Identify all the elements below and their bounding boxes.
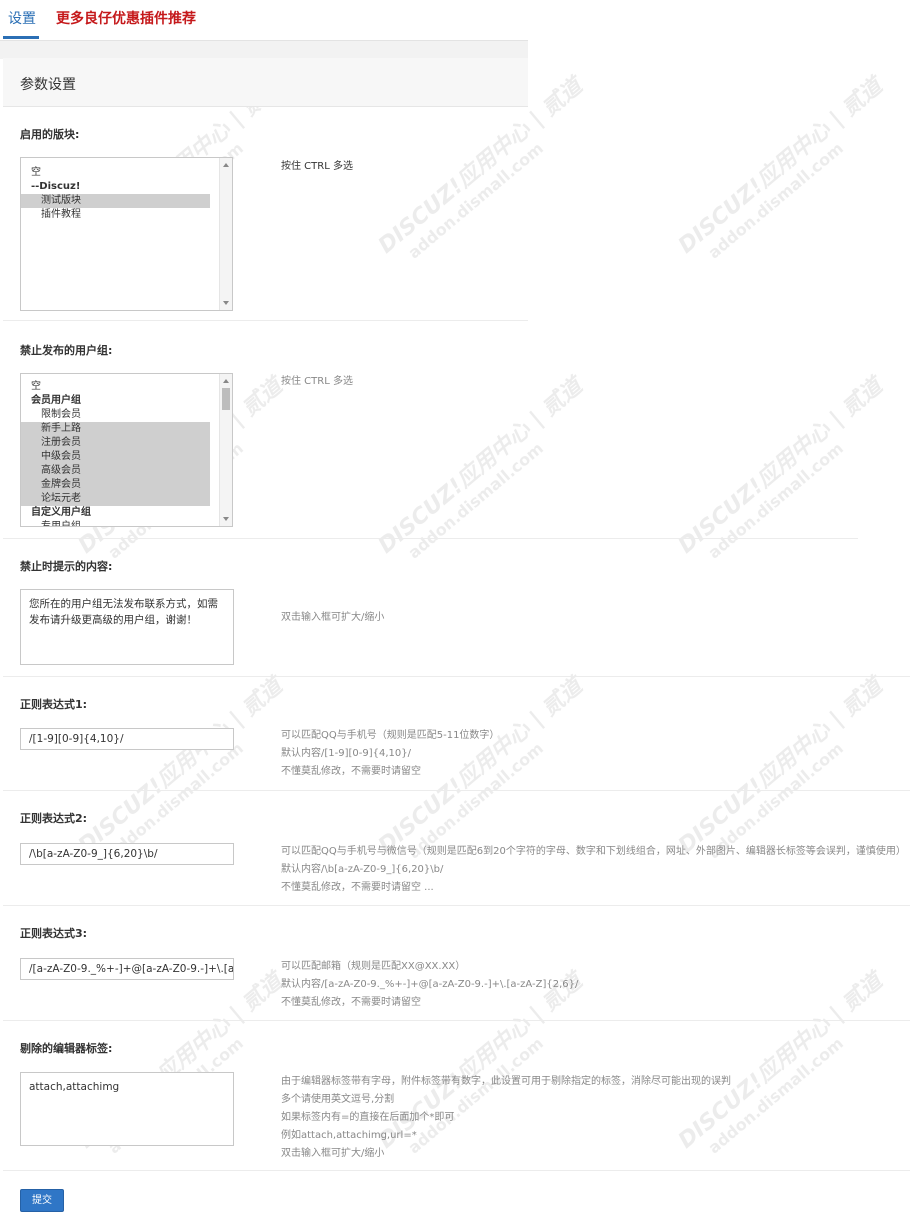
scrollbar[interactable]: [219, 158, 232, 310]
select-option[interactable]: 空: [21, 380, 232, 394]
regex2-label: 正则表达式2:: [20, 812, 88, 825]
regex2-hint-1: 可以匹配QQ与手机号与微信号（规则是匹配6到20个字符的字母、数字和下划线组合，…: [281, 846, 906, 857]
select-option[interactable]: 会员用户组: [21, 394, 232, 408]
scroll-up-icon[interactable]: [223, 163, 229, 167]
regex3-label: 正则表达式3:: [20, 927, 88, 940]
divider: [3, 1020, 910, 1021]
tags-hint-2: 多个请使用英文逗号,分割: [281, 1094, 395, 1105]
submit-button[interactable]: 提交: [20, 1189, 64, 1212]
watermark: DISCUZ!应用中心 | 贰道addon.dismall.com: [673, 73, 888, 263]
regex3-hint-1: 可以匹配邮箱（规则是匹配XX@XX.XX）: [281, 961, 466, 972]
groups-select[interactable]: 空会员用户组 限制会员 新手上路 注册会员 中级会员 高级会员 金牌会员 论坛元老 自定义用户组…: [20, 373, 233, 527]
select-option[interactable]: 限制会员: [21, 408, 232, 422]
regex3-hint-2: 默认内容/[a-zA-Z0-9._%+-]+@[a-zA-Z0-9.-]+\.[…: [281, 979, 579, 990]
regex1-hint-1: 可以匹配QQ与手机号（规则是匹配5-11位数字）: [281, 730, 500, 741]
scroll-thumb[interactable]: [222, 388, 230, 410]
watermark: DISCUZ!应用中心 | 贰道addon.dismall.com: [673, 968, 888, 1158]
regex1-hint-2: 默认内容/[1-9][0-9]{4,10}/: [281, 748, 411, 759]
tags-hint-5: 双击输入框可扩大/缩小: [281, 1148, 385, 1159]
regex2-hint-2: 默认内容/\b[a-zA-Z0-9_]{6,20}\b/: [281, 864, 444, 875]
select-option[interactable]: 金牌会员: [21, 478, 210, 492]
select-option[interactable]: 论坛元老: [21, 492, 210, 506]
forums-hint: 按住 CTRL 多选: [281, 161, 353, 172]
forums-select[interactable]: 空 --Discuz! 测试版块 插件教程: [20, 157, 233, 311]
divider: [3, 538, 858, 539]
scroll-down-icon[interactable]: [223, 517, 229, 521]
select-option[interactable]: 测试版块: [21, 194, 210, 208]
select-option[interactable]: 插件教程: [21, 208, 232, 222]
select-option[interactable]: 空: [21, 166, 232, 180]
divider: [3, 676, 910, 677]
select-option[interactable]: 新手上路: [21, 422, 210, 436]
regex2-input[interactable]: /\b[a-zA-Z0-9_]{6,20}\b/: [20, 843, 234, 865]
select-option[interactable]: 注册会员: [21, 436, 210, 450]
tags-label: 剔除的编辑器标签:: [20, 1042, 113, 1055]
message-textarea[interactable]: 您所在的用户组无法发布联系方式，如需发布请升级更高级的用户组，谢谢！: [20, 589, 234, 665]
scroll-up-icon[interactable]: [223, 379, 229, 383]
tags-textarea[interactable]: attach,attachimg: [20, 1072, 234, 1146]
regex2-hint-3: 不懂莫乱修改，不需要时请留空 ...: [281, 882, 434, 893]
panel-title: 参数设置: [20, 77, 76, 93]
regex1-hint-3: 不懂莫乱修改，不需要时请留空: [281, 766, 421, 777]
header-bar: [0, 40, 528, 59]
groups-hint: 按住 CTRL 多选: [281, 376, 353, 387]
regex3-hint-3: 不懂莫乱修改，不需要时请留空: [281, 997, 421, 1008]
select-option[interactable]: 中级会员: [21, 450, 210, 464]
message-label: 禁止时提示的内容:: [20, 560, 113, 573]
scrollbar[interactable]: [219, 374, 232, 526]
scroll-down-icon[interactable]: [223, 301, 229, 305]
panel-header: [3, 58, 528, 107]
select-option[interactable]: --Discuz!: [21, 180, 232, 194]
groups-label: 禁止发布的用户组:: [20, 344, 113, 357]
select-option[interactable]: 高级会员: [21, 464, 210, 478]
regex1-input[interactable]: /[1-9][0-9]{4,10}/: [20, 728, 234, 750]
message-hint: 双击输入框可扩大/缩小: [281, 612, 385, 623]
divider: [3, 905, 910, 906]
active-tab-indicator: [3, 36, 39, 39]
divider: [3, 1170, 910, 1171]
select-option[interactable]: 专用户组: [21, 520, 232, 526]
tab-settings[interactable]: 设置: [8, 8, 36, 28]
regex1-label: 正则表达式1:: [20, 698, 88, 711]
divider: [3, 320, 528, 321]
select-option[interactable]: 自定义用户组: [21, 506, 232, 520]
tags-hint-4: 例如attach,attachimg,url=*: [281, 1130, 417, 1141]
divider: [3, 790, 910, 791]
tags-hint-1: 由于编辑器标签带有字母，附件标签带有数字，此设置可用于剔除指定的标签，消除尽可能…: [281, 1076, 731, 1087]
forums-label: 启用的版块:: [20, 128, 80, 141]
watermark: DISCUZ!应用中心 | 贰道addon.dismall.com: [673, 373, 888, 563]
regex3-input[interactable]: /[a-zA-Z0-9._%+-]+@[a-zA-Z0-9.-]+\.[a-zA…: [20, 958, 234, 980]
tab-more-plugins[interactable]: 更多良仔优惠插件推荐: [56, 8, 196, 28]
watermark: DISCUZ!应用中心 | 贰道addon.dismall.com: [373, 373, 588, 563]
tags-hint-3: 如果标签内有=的直接在后面加个*即可: [281, 1112, 455, 1123]
